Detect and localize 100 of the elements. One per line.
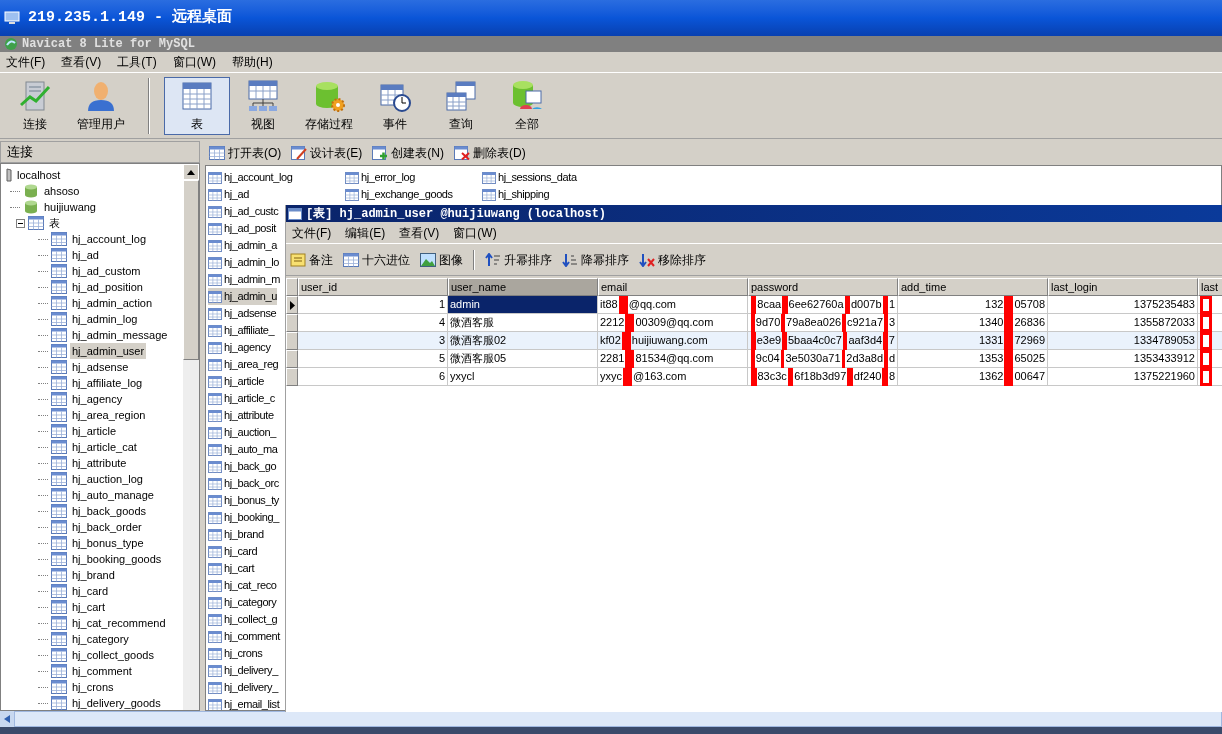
tree-item[interactable]: hj_admin_user [70,342,147,360]
table-list-item[interactable]: hj_attribute [208,407,274,424]
column-header[interactable]: password [748,278,898,296]
column-header[interactable]: last [1198,278,1222,296]
table-list-item[interactable]: hj_account_log [208,169,293,186]
tree-item[interactable]: hj_article_cat [70,438,139,456]
column-header[interactable]: add_time [898,278,1048,296]
column-header[interactable]: user_id [298,278,448,296]
table-list-item[interactable]: hj_crons [208,645,263,662]
menu-item[interactable]: 编辑(E) [343,223,388,242]
column-header[interactable]: user_name [448,278,598,296]
toolbar-button[interactable]: 删除表(D) [454,144,526,162]
table-list-item[interactable]: hj_article [208,373,265,390]
tree-item[interactable]: huijiuwang [42,198,98,216]
toolbar-button[interactable]: 备注 [290,250,333,269]
table-list-item[interactable]: hj_area_reg [208,356,279,373]
menu-item[interactable]: 窗口(W) [451,223,499,242]
toolbar-button[interactable]: 创建表(N) [372,144,444,162]
table-list-item[interactable]: hj_admin_lo [208,254,279,271]
table-list-item[interactable]: hj_bonus_ty [208,492,279,509]
menu-item[interactable]: 文件(F) [290,223,334,242]
table-list-item[interactable]: hj_cart [208,560,255,577]
table-list-item[interactable]: hj_email_list [208,696,280,710]
table-list-item[interactable]: hj_admin_m [208,271,280,288]
toolbar-button[interactable]: 表 [164,76,230,135]
table-list-item[interactable]: hj_sessions_data [482,169,577,186]
toolbar-button[interactable]: 存储过程 [296,76,362,135]
toolbar-button[interactable]: 降幂排序 [562,250,629,269]
tree-item[interactable]: hj_admin_message [70,326,170,344]
tree-item[interactable]: hj_auto_manage [70,486,156,504]
toolbar-button[interactable]: 打开表(O) [209,144,282,162]
table-list-item[interactable]: hj_card [208,543,258,560]
table-list-item[interactable]: hj_adsense [208,305,277,322]
toolbar-button[interactable]: 视图 [230,76,296,135]
tree-item[interactable]: hj_back_goods [70,502,148,520]
table-list-item[interactable]: hj_category [208,594,277,611]
tree-item[interactable]: hj_article [70,422,119,440]
tree-item[interactable]: hj_comment [70,662,134,680]
tree-item[interactable]: hj_card [70,582,111,600]
menu-item[interactable]: 文件(F) [4,53,48,71]
tree-item[interactable]: localhost [15,166,63,184]
toolbar-button[interactable]: 设计表(E) [291,144,363,162]
table-list-item[interactable]: hj_delivery_ [208,662,278,679]
table-list-item[interactable]: hj_admin_a [208,237,277,254]
table-list-item[interactable]: hj_shipping [482,186,550,203]
table-list-item[interactable]: hj_auto_ma [208,441,278,458]
menu-item[interactable]: 帮助(H) [230,53,275,71]
table-list-item[interactable]: hj_delivery_ [208,679,278,696]
toolbar-button[interactable]: 十六进位 [343,250,410,269]
column-header[interactable]: last_login [1048,278,1198,296]
table-list-item[interactable]: hj_cat_reco [208,577,277,594]
menu-item[interactable]: 查看(V) [59,53,104,71]
horizontal-scrollbar[interactable] [0,711,1222,727]
tree-item[interactable]: hj_ad_custom [70,262,143,280]
table-list-item[interactable]: hj_agency [208,339,271,356]
tree-item[interactable]: hj_back_order [70,518,144,536]
tree-item[interactable]: hj_agency [70,390,125,408]
tree-item[interactable]: hj_affiliate_log [70,374,145,392]
collapse-toggle[interactable] [16,218,25,228]
tree-item[interactable]: hj_bonus_type [70,534,146,552]
toolbar-button[interactable]: 图像 [420,250,463,269]
toolbar-button[interactable]: 移除排序 [639,250,706,269]
table-list-item[interactable]: hj_auction_ [208,424,276,441]
tree-item[interactable]: hj_crons [70,678,116,696]
tree-item[interactable]: hj_area_region [70,406,148,424]
scroll-left-icon[interactable] [4,715,10,723]
menu-item[interactable]: 窗口(W) [170,53,218,71]
table-list-item[interactable]: hj_back_go [208,458,277,475]
tree-item[interactable]: hj_collect_goods [70,646,156,664]
table-list-item[interactable]: hj_error_log [345,169,415,186]
tree-item[interactable]: hj_ad [70,246,101,264]
table-list-item[interactable]: hj_brand [208,526,264,543]
column-header[interactable]: email [598,278,748,296]
tree-item[interactable]: hj_cat_recommend [70,614,168,632]
tree-item[interactable]: hj_booking_goods [70,550,164,568]
vertical-scrollbar[interactable] [183,164,199,710]
table-list-item[interactable]: hj_exchange_goods [345,186,453,203]
table-list-item[interactable]: hj_article_c [208,390,275,407]
tree-item[interactable]: hj_attribute [70,454,129,472]
table-list-item[interactable]: hj_back_orc [208,475,279,492]
tree-item[interactable]: hj_adsense [70,358,131,376]
table-list-item[interactable]: hj_collect_g [208,611,278,628]
scroll-up-icon[interactable] [187,169,195,175]
toolbar-button[interactable]: 事件 [362,76,428,135]
table-list-item[interactable]: hj_booking_ [208,509,279,526]
table-list-item[interactable]: hj_ad [208,186,249,203]
menu-item[interactable]: 工具(T) [115,53,159,71]
toolbar-button[interactable]: 连接 [2,76,68,135]
menu-item[interactable]: 查看(V) [397,223,442,242]
tree-item[interactable]: hj_category [70,630,131,648]
row-selector[interactable] [286,296,298,314]
tree-item[interactable]: hj_cart [70,598,108,616]
table-list-item[interactable]: hj_ad_posit [208,220,276,237]
toolbar-button[interactable]: 全部 [494,76,560,135]
tree-item[interactable]: 表 [47,214,62,232]
tree-item[interactable]: hj_auction_log [70,470,145,488]
table-list-item[interactable]: hj_comment [208,628,280,645]
tree-item[interactable]: hj_account_log [70,230,148,248]
tree-item[interactable]: hj_delivery_goods [70,694,163,710]
table-list-item[interactable]: hj_affiliate_ [208,322,275,339]
